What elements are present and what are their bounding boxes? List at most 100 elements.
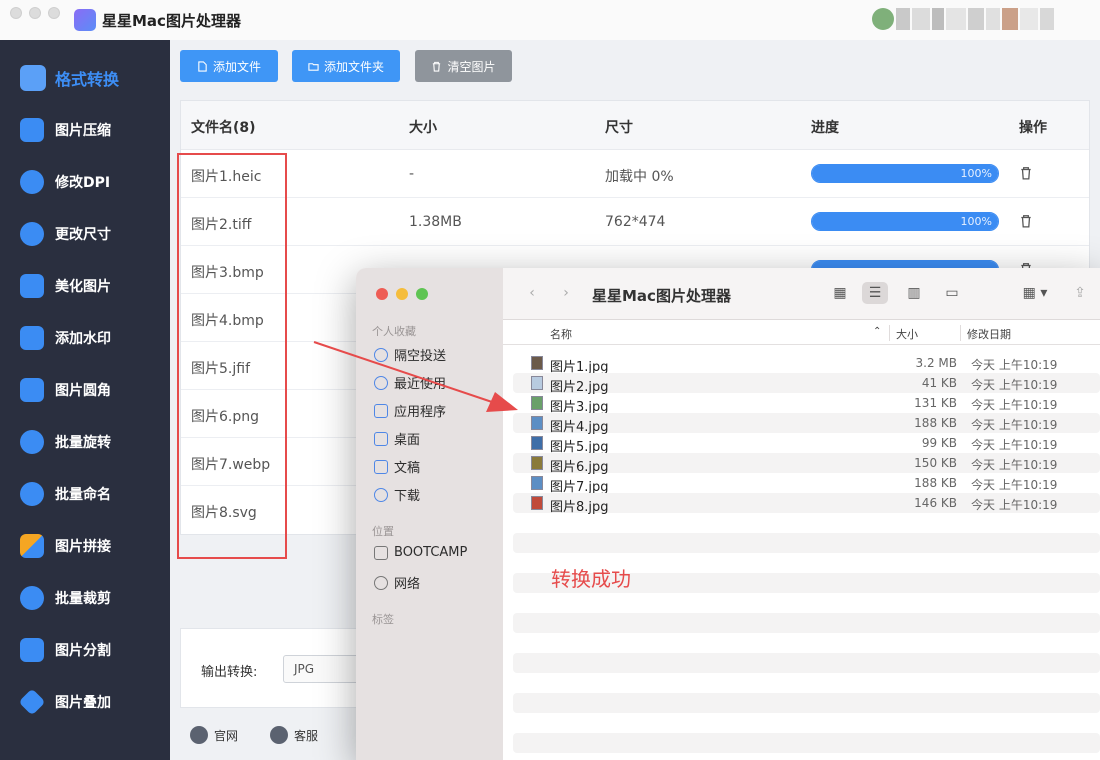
empty-row [513, 653, 1100, 673]
file-row[interactable]: 图片4.jpg 188 KB 今天 上午10:19 [513, 413, 1100, 435]
add-file-button[interactable]: 添加文件 [180, 50, 278, 82]
sidebar-item-dpi[interactable]: 修改DPI [0, 156, 170, 208]
add-file-label: 添加文件 [212, 59, 261, 74]
output-format-select[interactable]: JPG [283, 655, 363, 683]
sidebar-item-label: 隔空投送 [394, 349, 447, 364]
column-header-date[interactable]: 修改日期 [967, 326, 1011, 342]
folder-icon [308, 62, 319, 71]
sidebar-item-recents[interactable]: 最近使用 [374, 373, 446, 392]
sidebar-item-crop[interactable]: 批量裁剪 [0, 572, 170, 624]
sidebar-item-documents[interactable]: 文稿 [374, 457, 420, 476]
delete-row-icon[interactable] [1019, 214, 1033, 228]
sidebar-item-resize[interactable]: 更改尺寸 [0, 208, 170, 260]
file-size: 146 KB [914, 496, 957, 510]
group-menu-icon[interactable]: ▦ ▾ [1015, 282, 1055, 304]
finder-content: ‹ › 星星Mac图片处理器 ▦ ☰ ▥ ▭ ▦ ▾ ⇪ 名称 ⌃ 大小 修改日… [503, 268, 1100, 760]
app-title: 星星Mac图片处理器 [102, 12, 241, 30]
clock-icon [374, 375, 388, 390]
applications-icon [374, 403, 388, 418]
sidebar-item-label: 美化图片 [55, 279, 111, 295]
sidebar-item-downloads[interactable]: 下载 [374, 485, 420, 504]
sidebar-item-label: 批量命名 [55, 487, 111, 503]
image-thumbnail-icon [531, 496, 543, 510]
file-size: 3.2 MB [915, 356, 957, 370]
file-row[interactable]: 图片6.jpg 150 KB 今天 上午10:19 [513, 453, 1100, 475]
website-link[interactable]: 官网 [190, 726, 238, 744]
table-row[interactable]: 图片2.tiff 1.38MB 762*474 100% [181, 198, 1089, 246]
file-row[interactable]: 图片1.jpg 3.2 MB 今天 上午10:19 [513, 353, 1100, 375]
gallery-view-icon[interactable]: ▭ [939, 282, 965, 304]
grid-view-icon[interactable]: ▦ [827, 282, 853, 304]
window-zoom-button[interactable] [48, 7, 60, 19]
finder-toolbar: ‹ › 星星Mac图片处理器 ▦ ☰ ▥ ▭ ▦ ▾ ⇪ [503, 268, 1100, 320]
sidebar-item-rename[interactable]: 批量命名 [0, 468, 170, 520]
add-folder-button[interactable]: 添加文件夹 [292, 50, 400, 82]
sidebar-item-airdrop[interactable]: 隔空投送 [374, 345, 446, 364]
sidebar-item-round-corner[interactable]: 图片圆角 [0, 364, 170, 416]
file-row[interactable]: 图片3.jpg 131 KB 今天 上午10:19 [513, 393, 1100, 415]
forward-icon[interactable]: › [553, 282, 579, 304]
rename-icon [20, 482, 44, 506]
sidebar-item-label: 桌面 [394, 433, 421, 448]
file-date: 今天 上午10:19 [971, 378, 1058, 392]
finder-sidebar: 个人收藏 隔空投送 最近使用 应用程序 桌面 文稿 下载 位置 BOOTCAMP… [356, 268, 503, 760]
file-row[interactable]: 图片5.jpg 99 KB 今天 上午10:19 [513, 433, 1100, 455]
sidebar-item-label: 修改DPI [55, 175, 111, 191]
browser-icon [190, 726, 208, 744]
finder-zoom-button[interactable] [416, 288, 428, 300]
sort-chevron-up-icon: ⌃ [873, 326, 882, 337]
support-link[interactable]: 客服 [270, 726, 318, 744]
sidebar-item-stitch[interactable]: 图片拼接 [0, 520, 170, 572]
sidebar-item-label: 图片圆角 [55, 383, 111, 399]
list-view-icon[interactable]: ☰ [862, 282, 888, 304]
sidebar-item-label: BOOTCAMP [394, 545, 468, 560]
finder-column-header: 名称 ⌃ 大小 修改日期 [503, 321, 1100, 345]
column-view-icon[interactable]: ▥ [901, 282, 927, 304]
sidebar-item-compress[interactable]: 图片压缩 [0, 104, 170, 156]
sidebar-item-beautify[interactable]: 美化图片 [0, 260, 170, 312]
sidebar-item-label: 图片压缩 [55, 123, 111, 139]
file-size: 188 KB [914, 416, 957, 430]
finder-minimize-button[interactable] [396, 288, 408, 300]
layers-icon [18, 688, 46, 716]
file-date: 今天 上午10:19 [971, 358, 1058, 372]
sidebar-item-format-convert[interactable]: 格式转换 [0, 52, 170, 104]
user-account-blurred[interactable] [872, 8, 1072, 32]
column-header-size[interactable]: 大小 [896, 326, 918, 342]
file-row[interactable]: 图片2.jpg 41 KB 今天 上午10:19 [513, 373, 1100, 395]
sidebar-item-network[interactable]: 网络 [374, 573, 420, 592]
finder-close-button[interactable] [376, 288, 388, 300]
back-icon[interactable]: ‹ [519, 282, 545, 304]
file-row[interactable]: 图片7.jpg 188 KB 今天 上午10:19 [513, 473, 1100, 495]
file-row[interactable]: 图片8.jpg 146 KB 今天 上午10:19 [513, 493, 1100, 515]
sidebar-item-label: 下载 [394, 489, 421, 504]
window-close-button[interactable] [10, 7, 22, 19]
progress-percent: 100% [960, 215, 992, 228]
share-icon[interactable]: ⇪ [1067, 282, 1093, 304]
finder-title: 星星Mac图片处理器 [592, 287, 731, 305]
sidebar-item-label: 更改尺寸 [55, 227, 111, 243]
stitch-icon [20, 534, 44, 558]
sidebar-item-bootcamp[interactable]: BOOTCAMP [374, 545, 467, 560]
delete-row-icon[interactable] [1019, 166, 1033, 180]
window-minimize-button[interactable] [29, 7, 41, 19]
desktop-icon [374, 431, 388, 446]
sidebar-item-watermark[interactable]: 添加水印 [0, 312, 170, 364]
split-icon [20, 638, 44, 662]
filename-highlight-box [177, 153, 287, 559]
download-icon [374, 487, 388, 502]
column-header-actions: 操作 [1019, 120, 1047, 136]
image-thumbnail-icon [531, 376, 543, 390]
clear-images-button[interactable]: 清空图片 [415, 50, 512, 82]
column-header-name[interactable]: 名称 [550, 326, 572, 342]
file-date: 今天 上午10:19 [971, 458, 1058, 472]
image-thumbnail-icon [531, 436, 543, 450]
sidebar-item-split[interactable]: 图片分割 [0, 624, 170, 676]
table-row[interactable]: 图片1.heic - 加载中 0% 100% [181, 150, 1089, 198]
output-format-value: JPG [294, 662, 315, 676]
sidebar-item-layers[interactable]: 图片叠加 [0, 676, 170, 728]
sidebar-item-desktop[interactable]: 桌面 [374, 429, 420, 448]
sidebar-item-rotate[interactable]: 批量旋转 [0, 416, 170, 468]
sidebar-item-applications[interactable]: 应用程序 [374, 401, 446, 420]
round-corner-icon [20, 378, 44, 402]
